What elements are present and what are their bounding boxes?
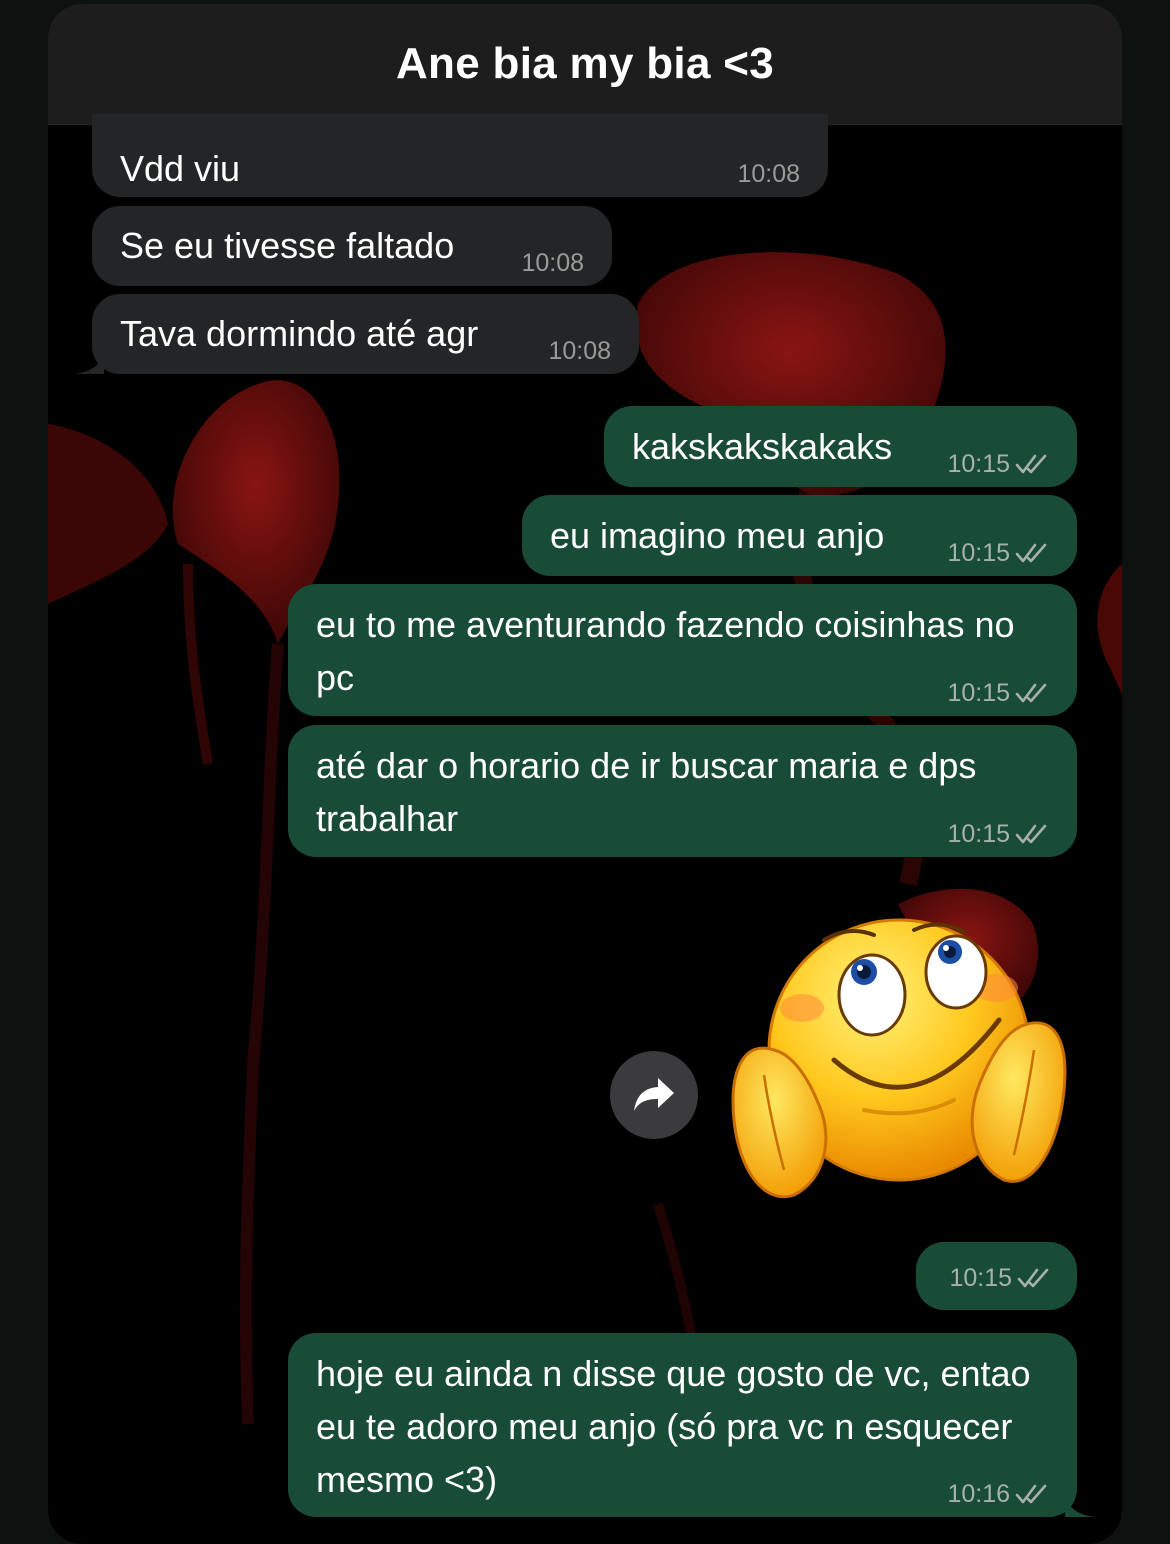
message-meta: 10:08 (548, 336, 611, 366)
message-meta: 10:16 (947, 1479, 1049, 1509)
message-meta: 10:15 (947, 449, 1049, 479)
message-time: 10:15 (947, 820, 1010, 848)
message-text: kakskakskakaks (632, 426, 893, 467)
double-check-icon (1015, 683, 1047, 703)
message-meta: 10:08 (521, 248, 584, 278)
message-incoming[interactable]: Tava dormindo até agr 10:08 (74, 294, 639, 374)
message-outgoing[interactable]: eu to me aventurando fazendo coisinhas n… (288, 584, 1077, 716)
message-meta: 10:15 (949, 1263, 1051, 1293)
message-meta: 10:08 (737, 159, 800, 189)
chat-window: Ane bia my bia <3 Vdd viu 10:08 Se eu ti… (48, 4, 1122, 1544)
message-text: Se eu tivesse faltado (120, 225, 455, 266)
double-check-icon (1015, 824, 1047, 844)
forward-button[interactable] (610, 1051, 698, 1139)
message-outgoing[interactable]: até dar o horario de ir buscar maria e d… (288, 725, 1077, 857)
chat-title: Ane bia my bia <3 (395, 39, 775, 88)
message-incoming[interactable]: Se eu tivesse faltado 10:08 (92, 206, 612, 286)
message-meta: 10:15 (947, 678, 1049, 708)
chat-header[interactable]: Ane bia my bia <3 (48, 4, 1122, 125)
message-text: até dar o horario de ir buscar maria e d… (316, 745, 977, 839)
message-time: 10:08 (521, 249, 584, 277)
message-incoming[interactable]: Vdd viu 10:08 (92, 114, 828, 197)
message-time: 10:15 (949, 1264, 1012, 1292)
bubble-tail (1065, 1493, 1095, 1517)
message-meta: 10:15 (947, 819, 1049, 849)
bubble-tail (74, 350, 104, 374)
double-check-icon (1017, 1268, 1049, 1288)
message-time: 10:08 (548, 337, 611, 365)
double-check-icon (1015, 543, 1047, 563)
sticker-smiley[interactable] (724, 910, 1074, 1210)
message-text: eu imagino meu anjo (550, 515, 885, 556)
message-time: 10:15 (947, 450, 1010, 478)
message-time: 10:15 (947, 539, 1010, 567)
sticker-time-pill: 10:15 (916, 1242, 1077, 1310)
message-text: eu to me aventurando fazendo coisinhas n… (316, 604, 1015, 698)
message-time: 10:15 (947, 679, 1010, 707)
message-time: 10:16 (947, 1480, 1010, 1508)
double-check-icon (1015, 1484, 1047, 1504)
message-time: 10:08 (737, 160, 800, 188)
message-outgoing[interactable]: eu imagino meu anjo 10:15 (522, 495, 1077, 576)
double-check-icon (1015, 454, 1047, 474)
message-meta: 10:15 (947, 538, 1049, 568)
message-outgoing[interactable]: hoje eu ainda n disse que gosto de vc, e… (288, 1333, 1095, 1517)
message-text: Vdd viu (120, 148, 241, 189)
message-outgoing[interactable]: kakskakskakaks 10:15 (604, 406, 1077, 487)
message-text: hoje eu ainda n disse que gosto de vc, e… (316, 1353, 1031, 1500)
message-text: Tava dormindo até agr (120, 313, 479, 354)
forward-arrow-icon (634, 1078, 674, 1111)
